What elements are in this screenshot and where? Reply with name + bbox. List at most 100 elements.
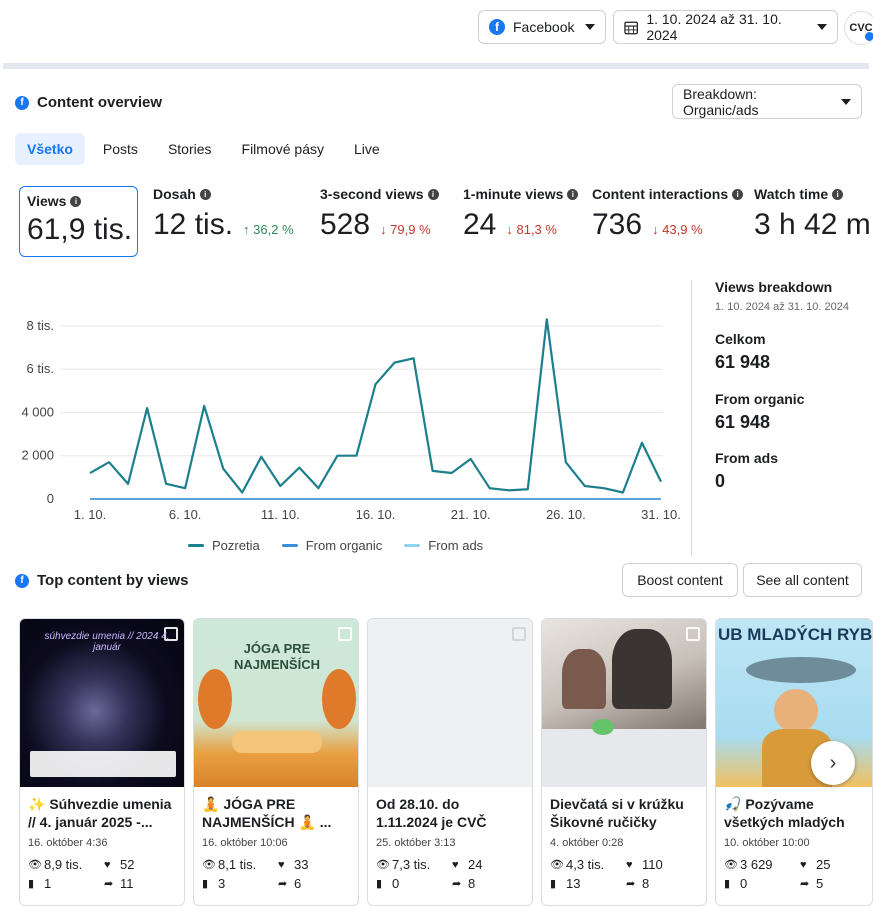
likes-count: 25 <box>816 857 831 872</box>
post-title: 🧘 JÓGA PRE NAJMENŠÍCH 🧘 ... <box>202 796 332 830</box>
facebook-icon: f <box>489 19 505 35</box>
date-range-selector[interactable]: 1. 10. 2024 až 31. 10. 2024 <box>613 10 838 44</box>
heart-icon: ♥ <box>800 858 807 871</box>
metric-label: Views <box>27 193 67 209</box>
see-all-content-button[interactable]: See all content <box>743 563 862 597</box>
logos-strip <box>30 751 176 777</box>
y-tick-label: 6 tis. <box>27 361 54 376</box>
metric-change: ↑ 36,2 % <box>243 222 294 237</box>
legend-item: From ads <box>404 538 483 553</box>
facebook-badge-icon <box>864 31 873 42</box>
thumbnail-text: JÓGA PRE NAJMENŠÍCH <box>234 641 320 672</box>
post-thumbnail[interactable]: JÓGA PRE NAJMENŠÍCH <box>194 619 358 787</box>
post-thumbnail[interactable] <box>542 619 706 787</box>
divider <box>691 280 692 556</box>
info-icon[interactable]: i <box>832 188 844 200</box>
metric-1-minute-views[interactable]: 1-minute views i 24 ↓ 81,3 % <box>463 186 579 256</box>
content-card[interactable]: JÓGA PRE NAJMENŠÍCH 🧘 JÓGA PRE NAJMENŠÍC… <box>193 618 359 906</box>
metric-value: 61,9 tis. <box>27 213 133 246</box>
chart-legend: Pozretia From organic From ads <box>188 538 483 553</box>
tree-shape <box>322 669 356 729</box>
image-type-icon <box>512 627 526 641</box>
metric-views[interactable]: Views i 61,9 tis. <box>19 186 138 257</box>
tab-filmove-pasy[interactable]: Filmové pásy <box>230 133 336 165</box>
content-overview-title: Content overview <box>37 94 163 111</box>
comment-icon: ▮ <box>28 878 35 890</box>
shares-count: 5 <box>816 876 824 891</box>
content-card[interactable]: Od 28.10. do 1.11.2024 je CVČ ZATVORENÉ … <box>367 618 533 906</box>
craft-shape <box>592 719 614 735</box>
info-icon[interactable]: i <box>567 188 579 200</box>
metric-watch-time[interactable]: Watch time i 3 h 42 m <box>754 186 873 256</box>
legend-item: Pozretia <box>188 538 260 553</box>
likes-count: 33 <box>294 857 309 872</box>
tree-shape <box>198 669 232 729</box>
post-date: 16. október 10:06 <box>202 837 288 849</box>
carousel-next-button[interactable]: › <box>811 741 855 785</box>
metric-content-interactions[interactable]: Content interactions i 736 ↓ 43,9 % <box>592 186 744 256</box>
views-breakdown-date: 1. 10. 2024 až 31. 10. 2024 <box>715 301 849 313</box>
table-shape <box>542 729 706 787</box>
shares-count: 8 <box>642 876 650 891</box>
content-card[interactable]: Dievčatá si v krúžku Šikovné ručičky zač… <box>541 618 707 906</box>
content-tabs: Všetko Posts Stories Filmové pásy Live <box>15 133 392 165</box>
info-icon[interactable]: i <box>199 188 211 200</box>
share-icon: ➦ <box>104 878 114 890</box>
x-tick-label: 26. 10. <box>546 507 586 522</box>
x-tick-label: 31. 10. <box>641 507 681 522</box>
metric-value: 12 tis. <box>153 208 234 241</box>
comments-count: 3 <box>218 876 226 891</box>
shares-count: 6 <box>294 876 302 891</box>
metric-label: Content interactions <box>592 186 729 202</box>
metric-change: ↓ 81,3 % <box>506 222 557 237</box>
kids-shape <box>232 731 322 753</box>
total-value: 61 948 <box>715 352 771 372</box>
post-stats: 👁 4,3 tis. ♥ 110 ▮ 13 ➦ 8 <box>542 849 706 891</box>
top-content-title: Top content by views <box>37 572 189 589</box>
info-icon[interactable]: i <box>732 188 744 200</box>
comments-count: 1 <box>44 876 52 891</box>
heart-icon: ♥ <box>452 858 459 871</box>
share-icon: ➦ <box>800 878 810 890</box>
tab-vsetko[interactable]: Všetko <box>15 133 85 165</box>
breakdown-dropdown[interactable]: Breakdown: Organic/ads <box>672 84 862 119</box>
content-card[interactable]: súhvezdie umenia // 2024 4. január ✨ Súh… <box>19 618 185 906</box>
post-date: 25. október 3:13 <box>376 837 456 849</box>
metric-change: ↓ 79,9 % <box>380 222 431 237</box>
views-count: 7,3 tis. <box>392 857 431 872</box>
metric-3-second-views[interactable]: 3-second views i 528 ↓ 79,9 % <box>320 186 439 256</box>
tab-stories[interactable]: Stories <box>156 133 224 165</box>
tab-live[interactable]: Live <box>342 133 392 165</box>
y-tick-label: 2 000 <box>21 448 54 463</box>
fish-shape <box>746 657 856 683</box>
views-breakdown-title: Views breakdown <box>715 279 833 295</box>
metric-label: 1-minute views <box>463 186 564 202</box>
comments-count: 0 <box>740 876 748 891</box>
post-date: 16. október 4:36 <box>28 837 108 849</box>
organic-value: 61 948 <box>715 412 771 432</box>
comment-icon: ▮ <box>724 878 731 890</box>
comment-icon: ▮ <box>202 878 209 890</box>
metric-label: Dosah <box>153 186 196 202</box>
x-tick-label: 6. 10. <box>169 507 202 522</box>
shares-count: 8 <box>468 876 476 891</box>
image-type-icon <box>338 627 352 641</box>
content-overview-heading: f Content overview <box>15 94 162 111</box>
tab-posts[interactable]: Posts <box>91 133 150 165</box>
boost-content-button[interactable]: Boost content <box>622 563 738 597</box>
total-label: Celkom <box>715 331 766 347</box>
post-thumbnail[interactable] <box>368 619 532 787</box>
post-thumbnail[interactable]: súhvezdie umenia // 2024 4. január <box>20 619 184 787</box>
info-icon[interactable]: i <box>427 188 439 200</box>
info-icon[interactable]: i <box>70 195 82 207</box>
legend-label: Pozretia <box>212 538 260 553</box>
facebook-icon: f <box>15 95 29 110</box>
platform-selector[interactable]: f Facebook <box>478 10 606 44</box>
facebook-icon: f <box>15 573 29 588</box>
metric-label: 3-second views <box>320 186 424 202</box>
metric-dosah[interactable]: Dosah i 12 tis. ↑ 36,2 % <box>153 186 294 256</box>
metric-change: ↓ 43,9 % <box>652 222 703 237</box>
metric-value: 736 <box>592 208 643 241</box>
avatar[interactable]: CVC <box>844 11 873 45</box>
y-tick-label: 8 tis. <box>27 318 54 333</box>
